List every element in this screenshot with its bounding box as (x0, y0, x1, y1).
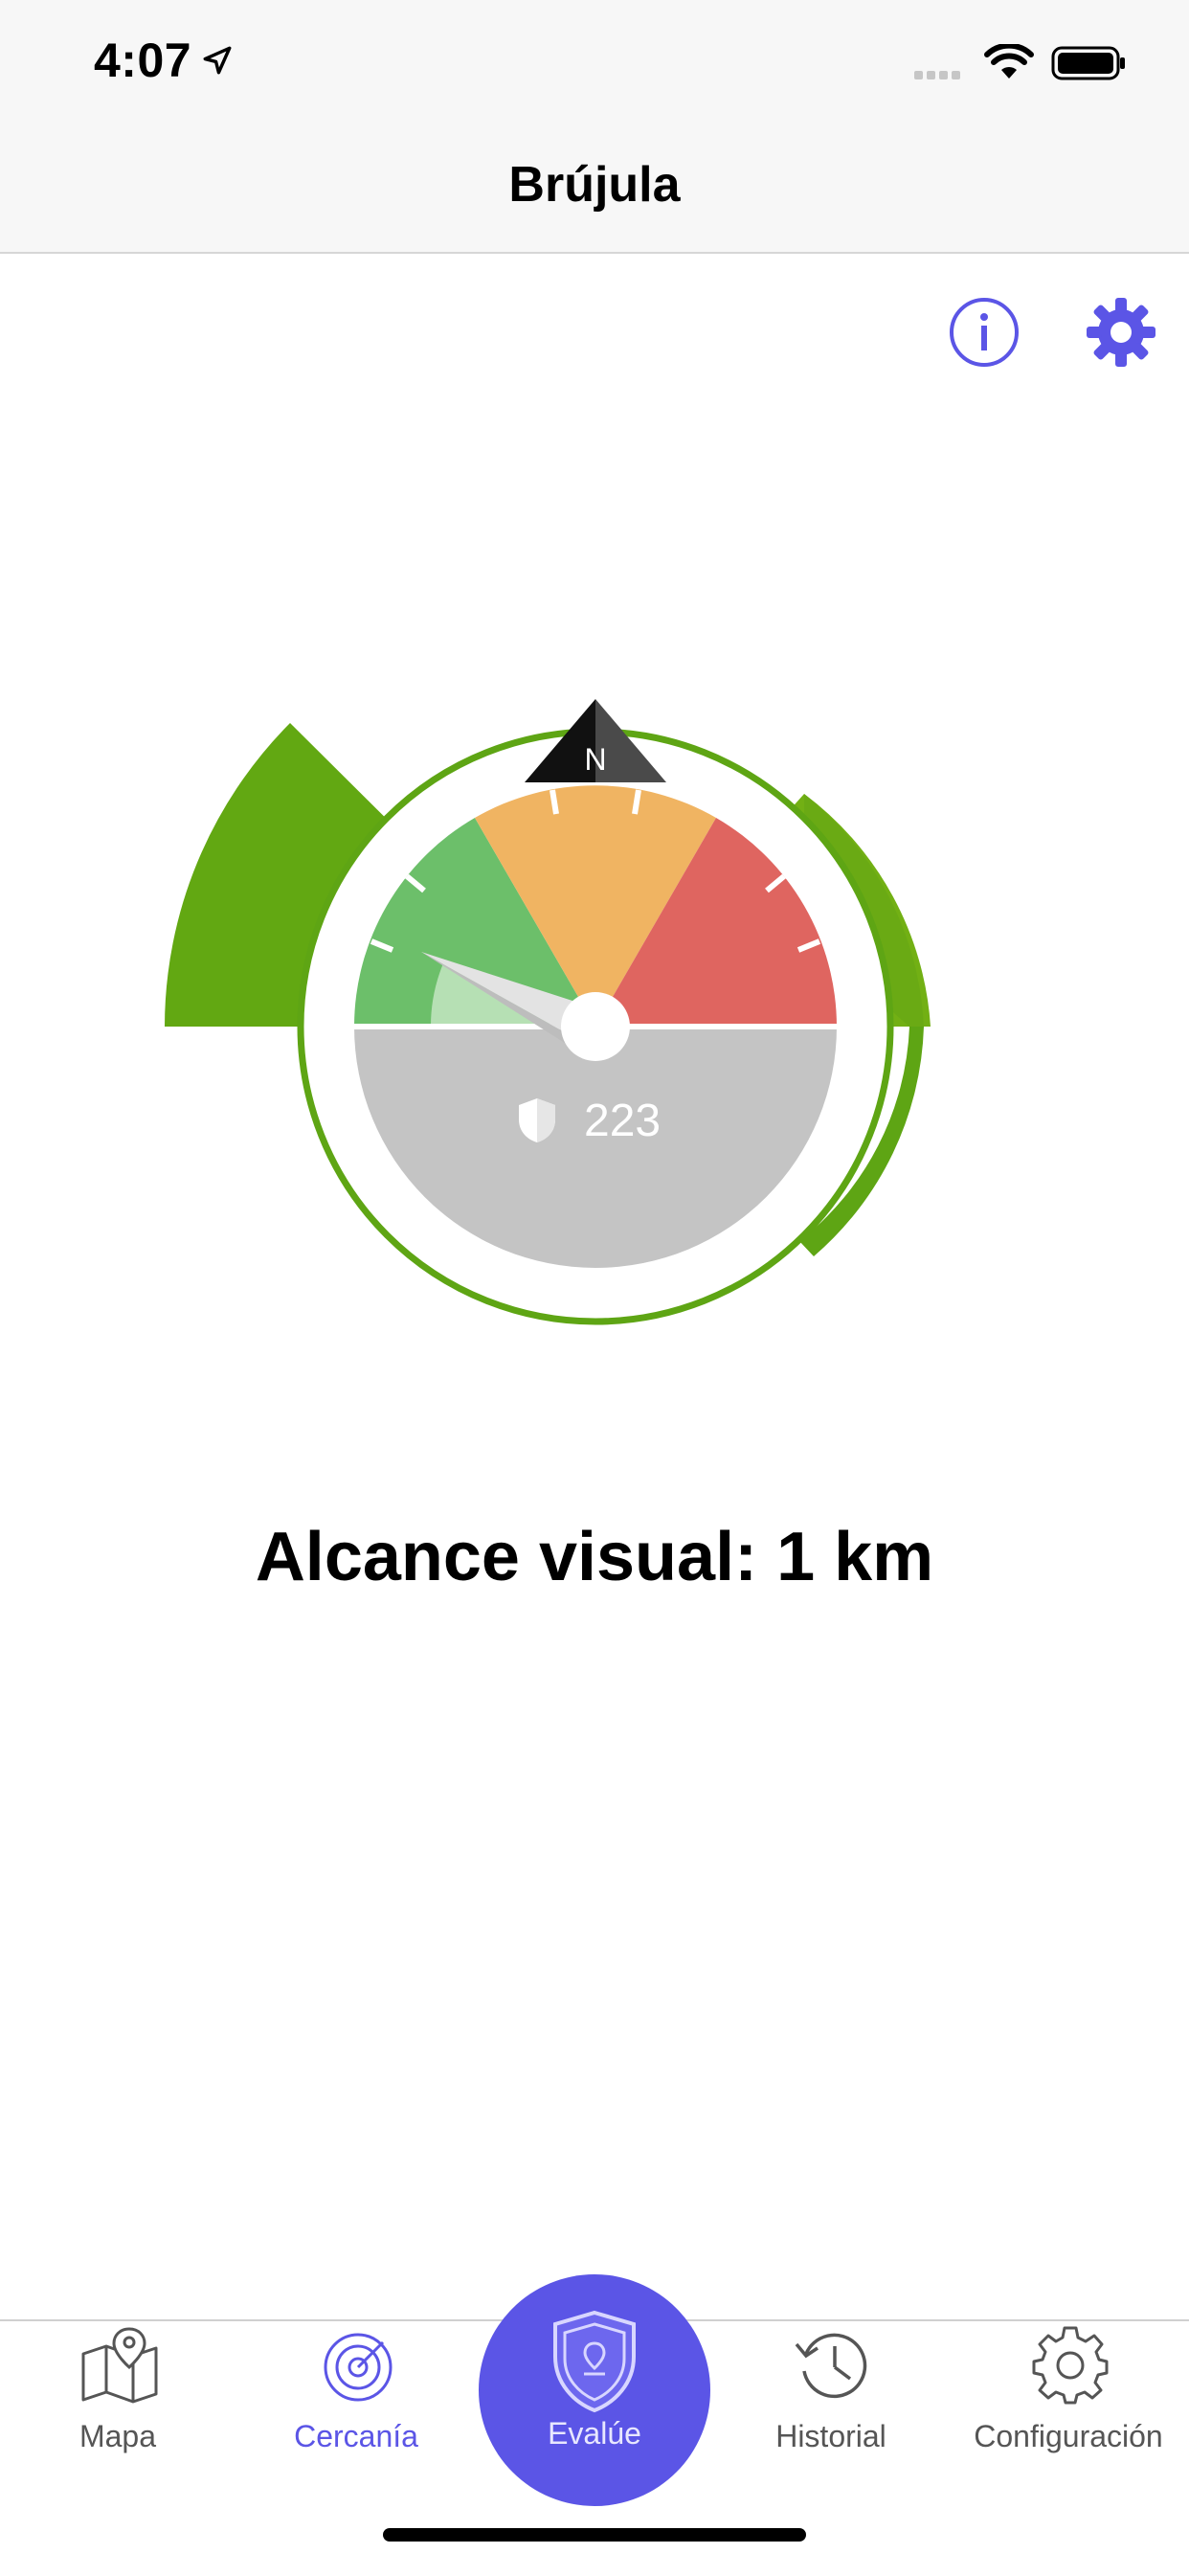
history-icon (795, 2333, 867, 2399)
tab-label: Historial (775, 2419, 886, 2453)
home-indicator[interactable] (383, 2528, 806, 2542)
status-time: 4:07 (94, 34, 192, 87)
map-icon (81, 2327, 158, 2404)
tab-evalue[interactable]: Evalúe (479, 2274, 710, 2506)
radar-icon (324, 2333, 393, 2402)
tab-label: Evalúe (548, 2416, 641, 2451)
settings-gear-icon[interactable] (1085, 296, 1157, 369)
gear-icon (1032, 2326, 1109, 2405)
top-bar: 4:07 Brújula (0, 0, 1189, 254)
battery-icon (1051, 46, 1125, 80)
visual-range-text: Alcance visual: 1 km (255, 1519, 934, 1595)
tab-label: Mapa (79, 2419, 157, 2453)
tab-configuracion[interactable]: Configuración (953, 2325, 1183, 2469)
shield-location-icon (553, 2310, 636, 2413)
tab-label: Cercanía (294, 2419, 418, 2453)
location-arrow-icon (203, 46, 232, 75)
shield-icon (519, 1098, 555, 1142)
tab-mapa[interactable]: Mapa (3, 2325, 233, 2469)
gauge-value: 223 (584, 1096, 662, 1146)
cellular-signal-icon (914, 67, 964, 84)
compass-gauge: N (165, 699, 931, 1325)
tab-cercania[interactable]: Cercanía (241, 2325, 471, 2469)
tab-historial[interactable]: Historial (716, 2325, 946, 2469)
page-title: Brújula (508, 157, 681, 213)
wifi-icon (984, 44, 1034, 79)
north-label: N (584, 742, 606, 777)
tab-label: Configuración (974, 2419, 1163, 2453)
info-icon[interactable] (948, 296, 1021, 369)
